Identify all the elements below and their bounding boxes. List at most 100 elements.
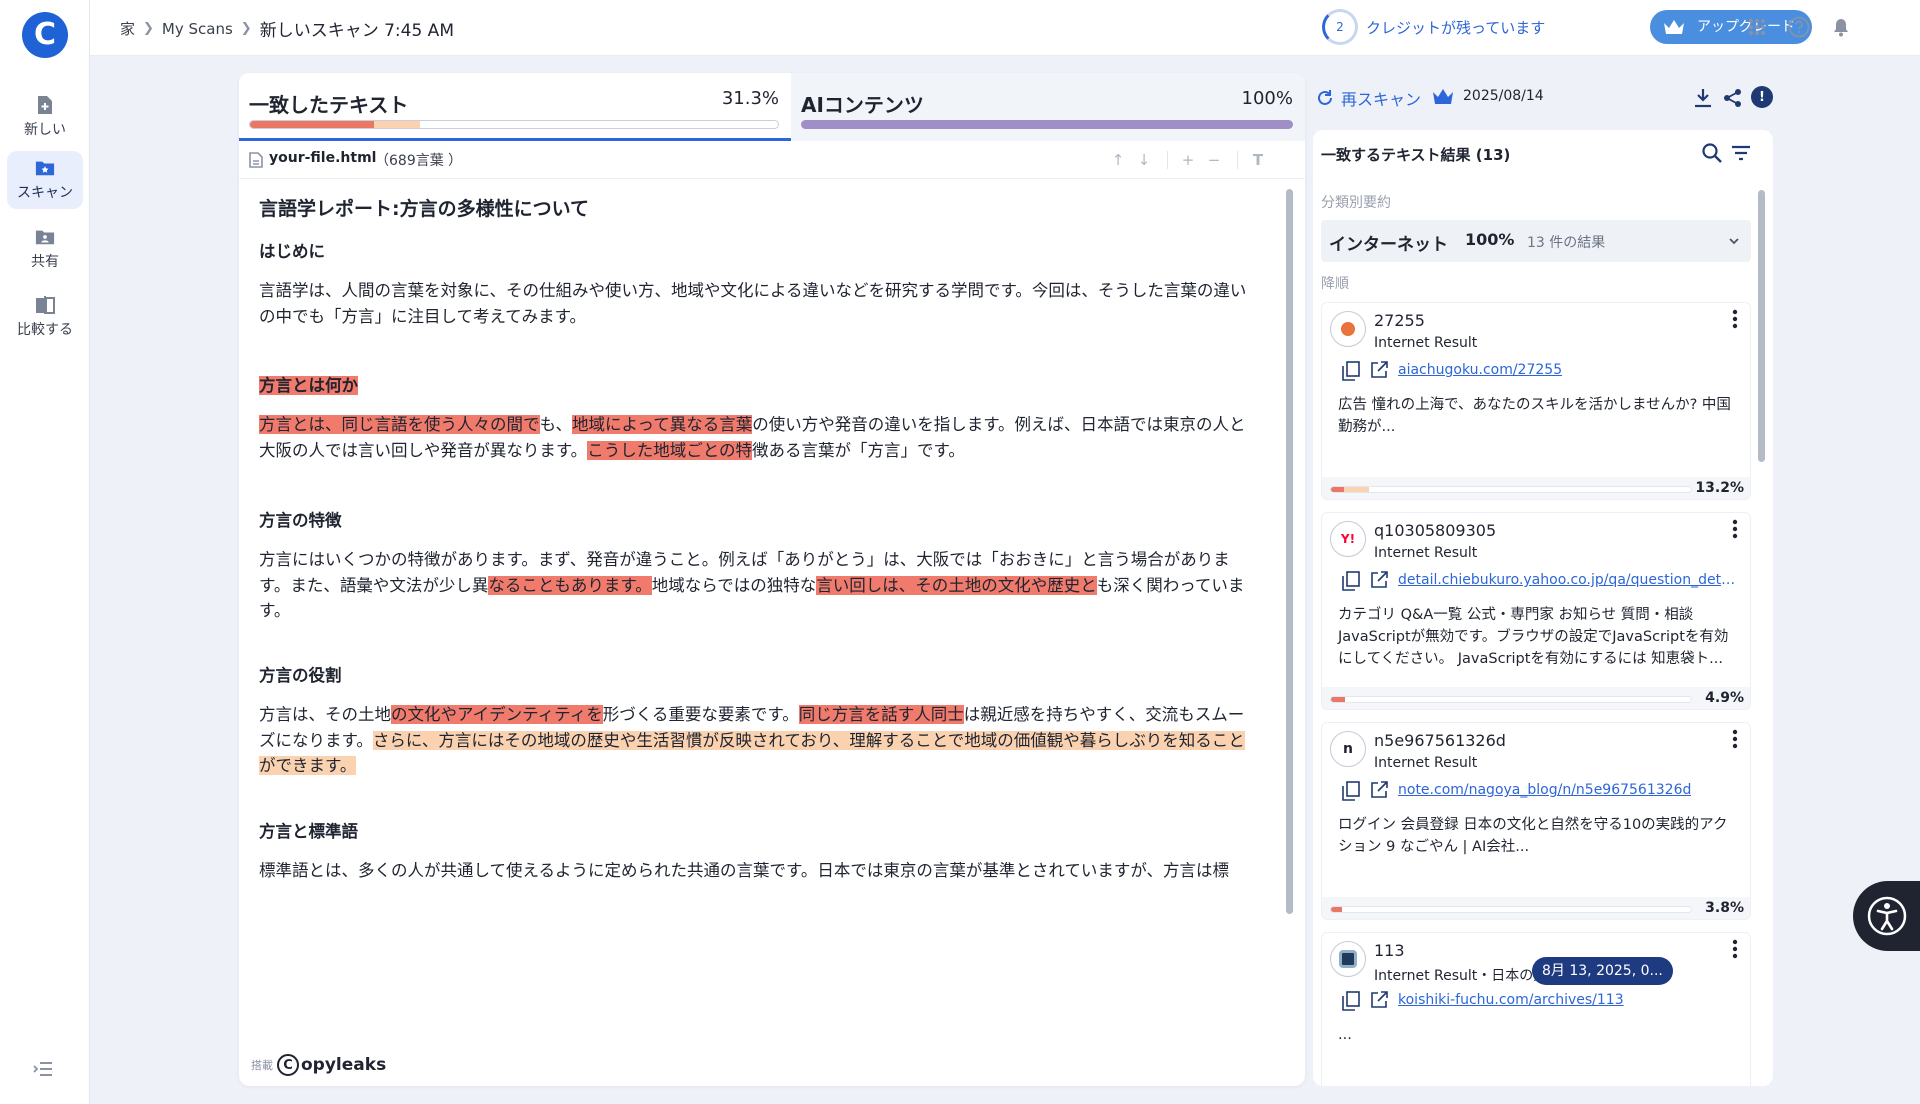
results-scrollbar[interactable] — [1758, 190, 1765, 462]
folder-user-icon — [35, 227, 55, 247]
matched-text-highlight[interactable]: なることもあります。 — [488, 575, 652, 595]
text-format-icon[interactable]: T — [1249, 151, 1267, 169]
crown-icon — [1664, 20, 1684, 34]
breadcrumb-home[interactable]: 家 — [120, 18, 135, 39]
result-url[interactable]: detail.chiebukuro.yahoo.co.jp/qa/questio… — [1398, 572, 1738, 588]
category-count: 13 件の結果 — [1527, 235, 1606, 251]
scan-date: 2025/08/14 — [1463, 88, 1544, 104]
result-title: 27255 — [1374, 311, 1425, 330]
chevron-right-icon: ❯ — [240, 21, 252, 36]
help-icon[interactable] — [1786, 14, 1812, 40]
sidebar-item-label: 共有 — [31, 254, 59, 270]
alert-info-icon[interactable]: ! — [1751, 86, 1773, 108]
share-icon[interactable] — [1721, 86, 1745, 110]
external-link-icon[interactable] — [1370, 781, 1388, 799]
category-internet-row[interactable]: インターネット 100% 13 件の結果 — [1321, 220, 1751, 262]
powered-by-label: 搭載 — [251, 1059, 273, 1072]
matched-text-highlight[interactable]: 同じ方言を話す人同士 — [798, 705, 964, 724]
chevron-right-icon: ❯ — [143, 21, 154, 36]
compare-icon — [35, 295, 55, 315]
matched-text-highlight[interactable]: 地域によって異なる言葉 — [572, 415, 753, 434]
match-progress-bar — [249, 120, 779, 129]
section-heading: はじめに — [259, 242, 325, 261]
copy-icon[interactable] — [1342, 361, 1360, 381]
zoom-in-icon[interactable]: + — [1179, 151, 1197, 169]
matched-text-highlight[interactable]: 方言とは、同じ言語を使う人々の間で — [259, 415, 540, 434]
result-snippet: ... — [1338, 1027, 1352, 1043]
accessibility-icon[interactable] — [1853, 881, 1920, 951]
result-card[interactable]: n n5e967561326d Internet Result note.com… — [1321, 722, 1751, 920]
breadcrumb: 家 ❯ My Scans ❯ 新しいスキャン 7:45 AM — [120, 16, 454, 42]
sort-order-label: 降順 — [1321, 276, 1349, 292]
result-card[interactable]: 27255 Internet Result aiachugoku.com/272… — [1321, 302, 1751, 500]
search-icon[interactable] — [1701, 142, 1723, 164]
tab-ai-content[interactable]: AIコンテンツ 100% — [791, 73, 1305, 141]
sidebar-item-label: スキャン — [17, 185, 73, 201]
copy-icon[interactable] — [1342, 991, 1360, 1011]
identical-segment — [1331, 907, 1342, 912]
divider — [1167, 151, 1168, 169]
download-icon[interactable] — [1691, 86, 1715, 110]
tab-matched-text[interactable]: 一致したテキスト 31.3% — [239, 73, 791, 141]
result-match-bar: 4.9% — [1322, 687, 1750, 709]
copy-icon[interactable] — [1342, 571, 1360, 591]
breadcrumb-my-scans[interactable]: My Scans — [162, 20, 233, 38]
matched-text-highlight[interactable]: の文化やアイデンティティを — [391, 705, 603, 724]
match-track — [1330, 696, 1692, 703]
result-url[interactable]: aiachugoku.com/27255 — [1398, 362, 1562, 378]
sidebar-item-shared[interactable]: 共有 — [7, 220, 83, 278]
notifications-bell-icon[interactable] — [1828, 14, 1854, 40]
note-icon: n — [1330, 731, 1366, 767]
apps-grid-icon[interactable] — [1744, 14, 1770, 40]
result-url[interactable]: koishiki-fuchu.com/archives/113 — [1398, 992, 1624, 1008]
minor-change-segment — [374, 121, 420, 128]
more-options-icon[interactable] — [1732, 729, 1742, 751]
result-card[interactable]: Y! q10305809305 Internet Result detail.c… — [1321, 512, 1751, 710]
collapse-sidebar-icon[interactable] — [33, 1061, 55, 1081]
result-title: n5e967561326d — [1374, 731, 1506, 750]
file-toolbar: your-file.html （689言葉 ） ↑ ↓ + − T — [239, 141, 1305, 179]
external-link-icon[interactable] — [1370, 991, 1388, 1009]
result-match-bar: 13.2% — [1322, 477, 1750, 499]
zoom-out-icon[interactable]: − — [1205, 151, 1223, 169]
results-header: 再スキャン 2025/08/14 ! — [1315, 82, 1775, 114]
section-heading: 方言の特徴 — [259, 511, 342, 530]
minor-change-highlight[interactable]: さらに、方言にはその地域の歴史や生活習慣が反映されており、理解することで地域の価… — [259, 730, 1245, 775]
result-card[interactable]: 113 Internet Result・日本の方言... 8月 13, 2025… — [1321, 932, 1751, 1086]
credits-indicator[interactable]: 2 クレジットが残っています — [1322, 9, 1545, 45]
date-chip: 8月 13, 2025, 0... — [1532, 957, 1673, 985]
filter-icon[interactable] — [1731, 144, 1751, 162]
more-options-icon[interactable] — [1732, 939, 1742, 961]
text-span: も、 — [539, 415, 573, 434]
sidebar-item-new[interactable]: 新しい — [7, 88, 83, 146]
copy-icon[interactable] — [1342, 781, 1360, 801]
matched-text-highlight[interactable]: 言い回しは、その土地の文化や歴史と — [816, 575, 1097, 595]
arrow-down-icon[interactable]: ↓ — [1135, 151, 1153, 169]
left-sidebar: C 新しい スキャン 共有 比較する — [0, 0, 90, 1104]
more-options-icon[interactable] — [1732, 519, 1742, 541]
arrow-up-icon[interactable]: ↑ — [1109, 151, 1127, 169]
ai-progress-bar — [801, 120, 1293, 129]
result-title: 113 — [1374, 941, 1405, 960]
tab-label: 一致したテキスト — [249, 93, 409, 117]
breadcrumb-current: 新しいスキャン 7:45 AM — [259, 21, 454, 41]
file-name: your-file.html — [269, 150, 377, 166]
orange-dot-icon — [1330, 311, 1366, 347]
text-span: 徴ある言葉が「方言」です。 — [752, 440, 965, 460]
rescan-button[interactable]: 再スキャン — [1315, 86, 1421, 110]
refresh-icon — [1318, 90, 1332, 105]
sidebar-item-scans[interactable]: スキャン — [7, 151, 83, 209]
file-icon — [249, 152, 263, 168]
matched-text-highlight[interactable]: 方言とは何か — [259, 376, 358, 395]
result-url[interactable]: note.com/nagoya_blog/n/n5e967561326d — [1398, 782, 1691, 798]
matched-text-highlight[interactable]: こうした地域ごとの特 — [587, 440, 753, 460]
more-options-icon[interactable] — [1732, 309, 1742, 331]
external-link-icon[interactable] — [1370, 361, 1388, 379]
match-track — [1330, 906, 1692, 913]
sidebar-item-compare[interactable]: 比較する — [7, 288, 83, 346]
section-heading: 方言と標準語 — [259, 822, 358, 841]
external-link-icon[interactable] — [1370, 571, 1388, 589]
copyleaks-logo[interactable]: C — [22, 12, 68, 58]
section-heading: 方言の役割 — [259, 666, 342, 685]
document-scrollbar[interactable] — [1286, 189, 1293, 914]
